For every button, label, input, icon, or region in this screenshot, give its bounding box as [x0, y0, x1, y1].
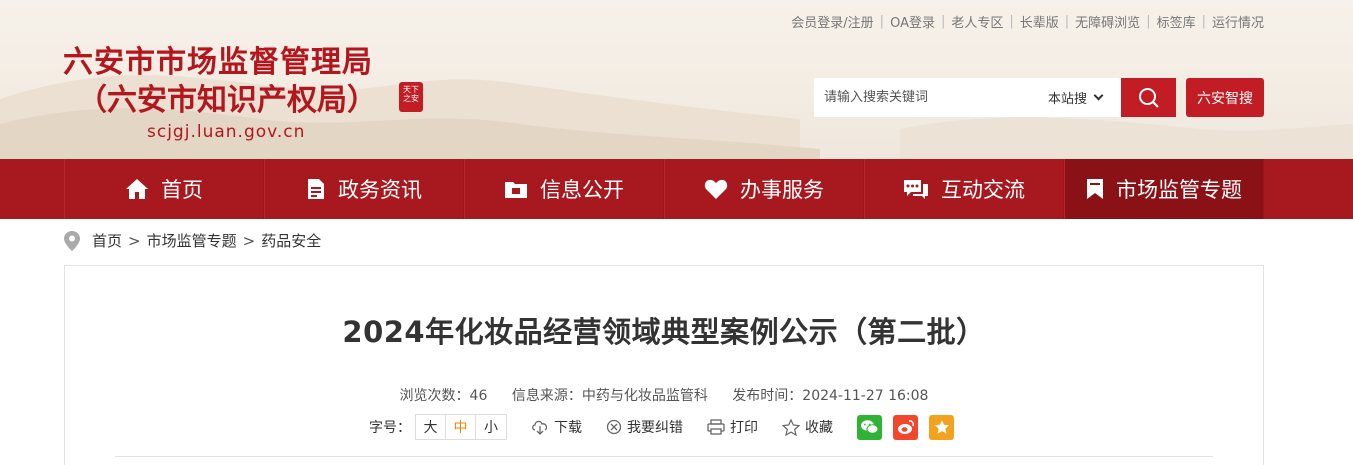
font-size-medium[interactable]: 中	[446, 415, 476, 439]
nav-label: 市场监管专题	[1116, 178, 1242, 202]
nav-label: 政务资讯	[338, 178, 422, 202]
nav-interaction[interactable]: 互动交流	[864, 159, 1064, 219]
folder-icon	[505, 182, 527, 198]
site-header: 会员登录/注册 | OA登录 | 老人专区 | 长辈版 | 无障碍浏览 | 标签库 | 运行…	[0, 0, 1353, 159]
nav-label: 信息公开	[540, 178, 624, 202]
login-link[interactable]: 会员登录/注册	[791, 12, 873, 31]
font-size-switch: 大 中 小	[415, 414, 507, 440]
font-size-large[interactable]: 大	[416, 415, 446, 439]
seal-stamp: 天下 之安	[399, 82, 423, 112]
home-icon	[126, 179, 148, 199]
publish-time: 发布时间：2024-11-27 16:08	[732, 388, 929, 404]
print-label: 打印	[730, 420, 758, 436]
share-qzone-button[interactable]	[929, 414, 954, 440]
nav-news[interactable]: 政务资讯	[264, 159, 464, 219]
search-scope-select[interactable]: 本站搜	[1048, 88, 1104, 107]
nav-label: 办事服务	[740, 178, 824, 202]
qzone-star-icon	[934, 420, 949, 434]
favorite-button[interactable]: 收藏	[782, 417, 833, 437]
tag-library-link[interactable]: 标签库	[1157, 12, 1196, 31]
document-icon	[308, 179, 324, 199]
nav-label: 首页	[161, 178, 203, 202]
report-error-button[interactable]: 我要纠错	[606, 417, 683, 437]
cloud-download-icon	[532, 420, 548, 435]
article-panel: 2024年化妆品经营领域典型案例公示（第二批） 浏览次数：46 信息来源：中药与…	[64, 265, 1264, 465]
download-label: 下载	[554, 420, 582, 436]
search-input[interactable]	[814, 78, 1034, 117]
views-info: 浏览次数：46	[399, 388, 488, 404]
article-toolbar: 字号： 大 中 小 下载 我要纠错 打印 收藏	[369, 414, 954, 440]
source-info: 信息来源：中药与化妆品监管科	[511, 388, 708, 404]
search-icon	[1138, 87, 1159, 108]
article-title: 2024年化妆品经营领域典型案例公示（第二批）	[342, 315, 986, 349]
main-nav: 首页 政务资讯 信息公开 办事服务 互动交流 市场监管专题	[0, 159, 1353, 219]
divider	[115, 456, 1213, 457]
nav-label: 互动交流	[941, 178, 1025, 202]
site-logo[interactable]: 六安市市场监督管理局 （六安市知识产权局） scjgj.luan.gov.cn	[63, 44, 377, 142]
nav-services[interactable]: 办事服务	[664, 159, 864, 219]
font-size-label: 字号：	[369, 420, 411, 436]
breadcrumb-home[interactable]: 首页	[92, 230, 122, 251]
oa-login-link[interactable]: OA登录	[890, 12, 935, 31]
location-pin-icon	[64, 230, 80, 251]
printer-icon	[707, 419, 725, 435]
share-weibo-button[interactable]	[893, 414, 918, 440]
weibo-icon	[897, 420, 914, 434]
logo-title: 六安市市场监督管理局	[63, 45, 373, 80]
font-size-small[interactable]: 小	[476, 415, 506, 439]
chevron-down-icon	[1093, 90, 1104, 101]
logo-subtitle: （六安市知识产权局）	[77, 83, 377, 118]
search-button[interactable]	[1121, 78, 1176, 117]
logo-domain: scjgj.luan.gov.cn	[147, 122, 306, 142]
heart-icon	[704, 179, 728, 199]
share-wechat-button[interactable]	[857, 414, 882, 440]
wechat-icon	[861, 420, 879, 434]
star-icon	[782, 418, 800, 436]
search-box: 本站搜	[814, 78, 1176, 117]
top-links: 会员登录/注册 | OA登录 | 老人专区 | 长辈版 | 无障碍浏览 | 标签库 | 运行…	[791, 12, 1264, 31]
breadcrumb: 首页 > 市场监管专题 > 药品安全	[64, 230, 321, 251]
nav-info-public[interactable]: 信息公开	[464, 159, 664, 219]
running-status-link[interactable]: 运行情况	[1212, 12, 1264, 31]
error-x-icon	[606, 419, 622, 435]
breadcrumb-topic[interactable]: 市场监管专题	[147, 230, 237, 251]
breadcrumb-drug-safety[interactable]: 药品安全	[261, 230, 321, 251]
accessibility-link[interactable]: 无障碍浏览	[1075, 12, 1140, 31]
nav-market-topic[interactable]: 市场监管专题	[1064, 159, 1264, 219]
elderly-zone-link[interactable]: 老人专区	[951, 12, 1003, 31]
report-error-label: 我要纠错	[627, 420, 683, 436]
chat-icon	[904, 180, 928, 199]
senior-version-link[interactable]: 长辈版	[1020, 12, 1059, 31]
bookmark-icon	[1087, 179, 1103, 199]
download-button[interactable]: 下载	[531, 417, 582, 437]
article-meta: 浏览次数：46 信息来源：中药与化妆品监管科 发布时间：2024-11-27 1…	[65, 385, 1263, 405]
favorite-label: 收藏	[805, 420, 833, 436]
nav-home[interactable]: 首页	[64, 159, 264, 219]
zhisou-button[interactable]: 六安智搜	[1186, 78, 1264, 117]
print-button[interactable]: 打印	[707, 417, 758, 437]
search-scope-label: 本站搜	[1048, 92, 1088, 107]
